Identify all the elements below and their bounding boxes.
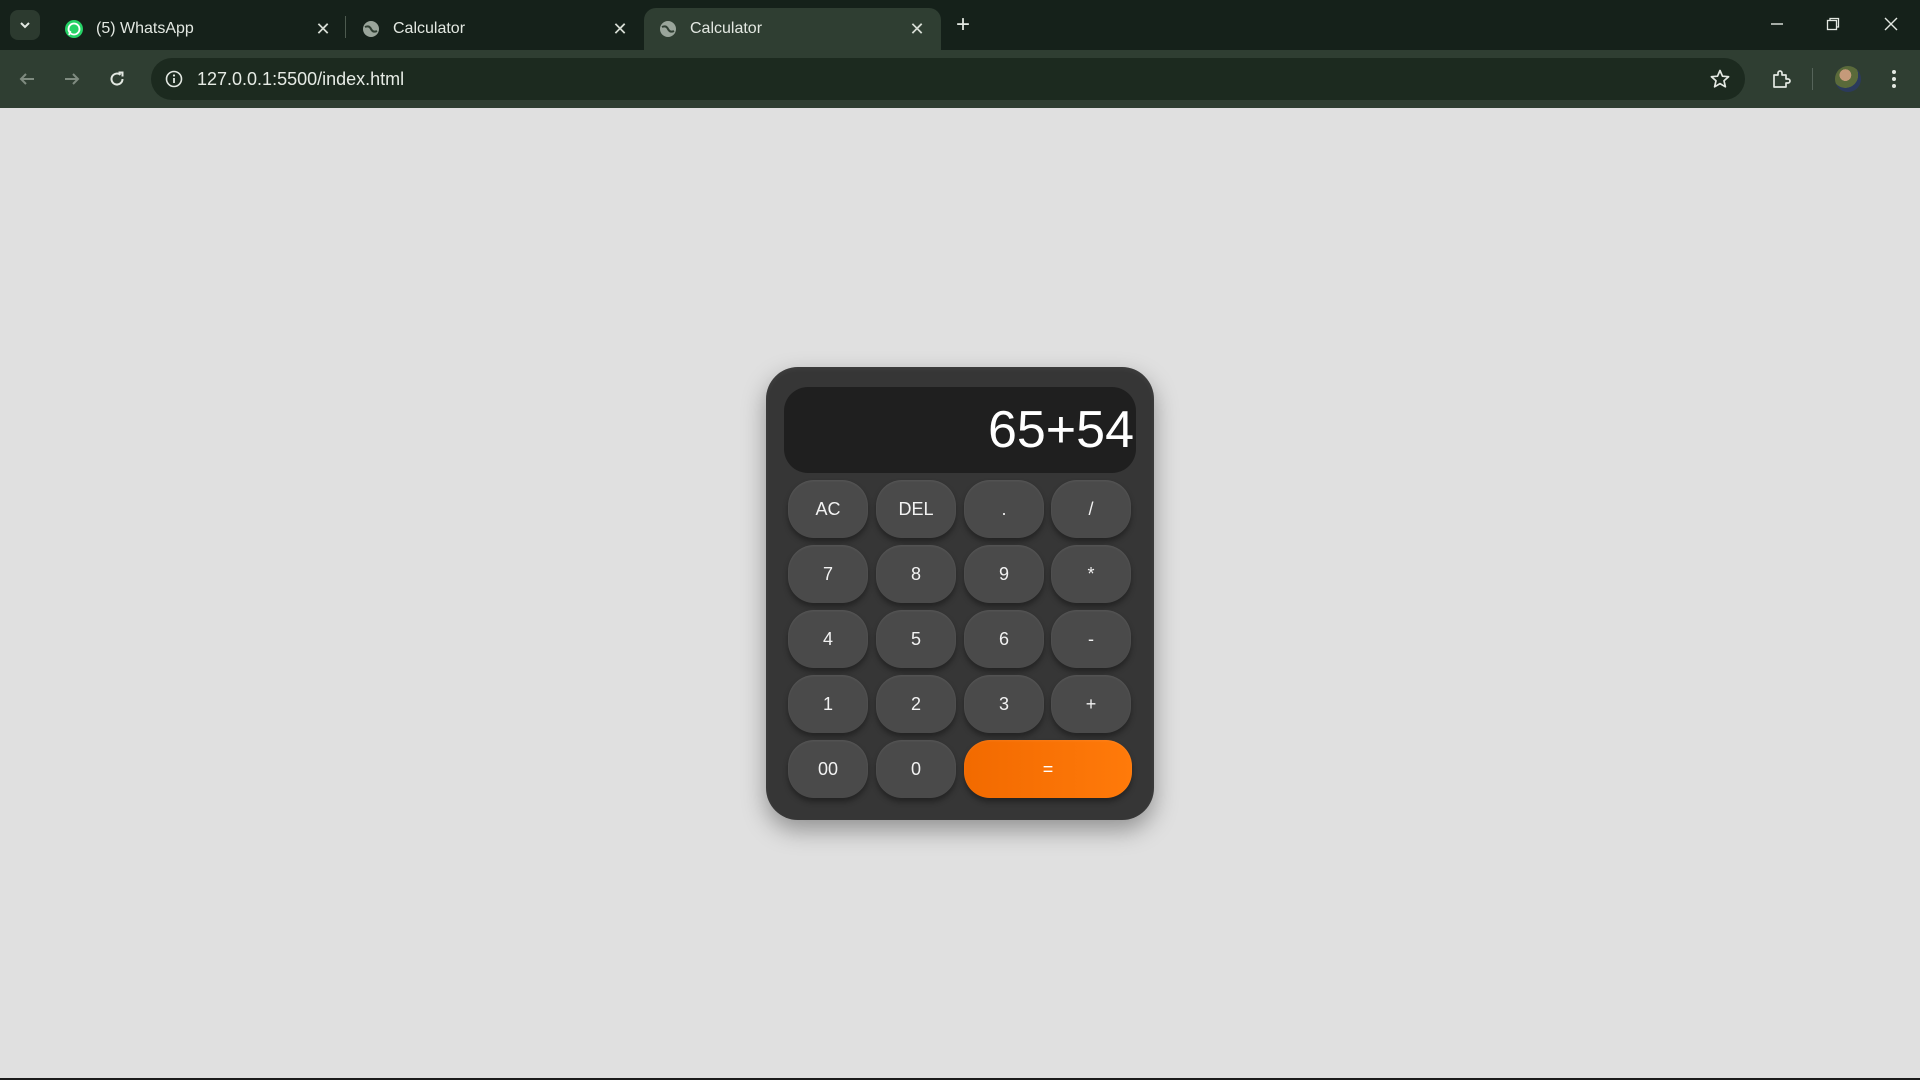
new-tab-button[interactable]: + — [948, 10, 978, 40]
digit-6-button[interactable]: 6 — [964, 610, 1044, 668]
digit-1-button[interactable]: 1 — [788, 675, 868, 733]
digit-5-button[interactable]: 5 — [876, 610, 956, 668]
decimal-button[interactable]: . — [964, 480, 1044, 538]
tab-bar: (5) WhatsApp ✕ Calculator ✕ Calculator ✕… — [0, 0, 1920, 50]
browser-toolbar: 127.0.0.1:5500/index.html — [0, 50, 1920, 108]
delete-button[interactable]: DEL — [876, 480, 956, 538]
equals-button[interactable]: = — [964, 740, 1132, 798]
digit-3-button[interactable]: 3 — [964, 675, 1044, 733]
arrow-left-icon — [19, 73, 34, 85]
minimize-icon — [1771, 23, 1783, 25]
extensions-button[interactable] — [1764, 62, 1798, 96]
digit-2-button[interactable]: 2 — [876, 675, 956, 733]
multiply-button[interactable]: * — [1051, 545, 1131, 603]
tab-calculator[interactable]: Calculator ✕ — [347, 8, 644, 50]
tab-divider — [345, 16, 346, 38]
divide-button[interactable]: / — [1051, 480, 1131, 538]
close-icon[interactable]: ✕ — [907, 19, 927, 39]
tab-title: (5) WhatsApp — [96, 20, 194, 37]
tab-title: Calculator — [690, 20, 763, 37]
digit-9-button[interactable]: 9 — [964, 545, 1044, 603]
profile-avatar[interactable] — [1835, 66, 1861, 92]
digit-7-button[interactable]: 7 — [788, 545, 868, 603]
digit-8-button[interactable]: 8 — [876, 545, 956, 603]
tab-calculator-active[interactable]: Calculator ✕ — [644, 8, 941, 50]
subtract-button[interactable]: - — [1051, 610, 1131, 668]
toolbar-divider — [1812, 68, 1813, 90]
whatsapp-icon — [64, 19, 84, 39]
digit-0-button[interactable]: 0 — [876, 740, 956, 798]
info-icon[interactable] — [163, 68, 185, 90]
close-icon — [1884, 17, 1898, 31]
restore-icon — [1826, 17, 1840, 31]
chevron-down-icon — [20, 22, 30, 29]
double-zero-button[interactable]: 00 — [788, 740, 868, 798]
url-text[interactable]: 127.0.0.1:5500/index.html — [197, 69, 404, 90]
calculator-display: 65+54 — [784, 387, 1136, 473]
menu-button[interactable] — [1877, 62, 1911, 96]
reload-icon — [110, 71, 124, 86]
globe-icon — [658, 19, 678, 39]
forward-button[interactable] — [55, 62, 89, 96]
tab-whatsapp[interactable]: (5) WhatsApp ✕ — [50, 8, 347, 50]
more-vertical-icon — [1892, 70, 1896, 88]
star-icon[interactable] — [1709, 68, 1731, 90]
address-bar[interactable]: 127.0.0.1:5500/index.html — [151, 58, 1745, 100]
tab-search-button[interactable] — [10, 10, 40, 40]
digit-4-button[interactable]: 4 — [788, 610, 868, 668]
calculator: 65+54 AC DEL . / 7 8 9 * 4 5 6 - 1 2 3 +… — [766, 367, 1154, 820]
globe-icon — [361, 19, 381, 39]
restore-button[interactable] — [1810, 6, 1856, 42]
window-close-button[interactable] — [1868, 6, 1914, 42]
minimize-button[interactable] — [1754, 6, 1800, 42]
puzzle-icon — [1773, 70, 1791, 88]
arrow-right-icon — [65, 73, 80, 85]
add-button[interactable]: + — [1051, 675, 1131, 733]
reload-button[interactable] — [100, 62, 134, 96]
close-icon[interactable]: ✕ — [313, 19, 333, 39]
tab-title: Calculator — [393, 20, 466, 37]
clear-button[interactable]: AC — [788, 480, 868, 538]
close-icon[interactable]: ✕ — [610, 19, 630, 39]
back-button[interactable] — [10, 62, 44, 96]
